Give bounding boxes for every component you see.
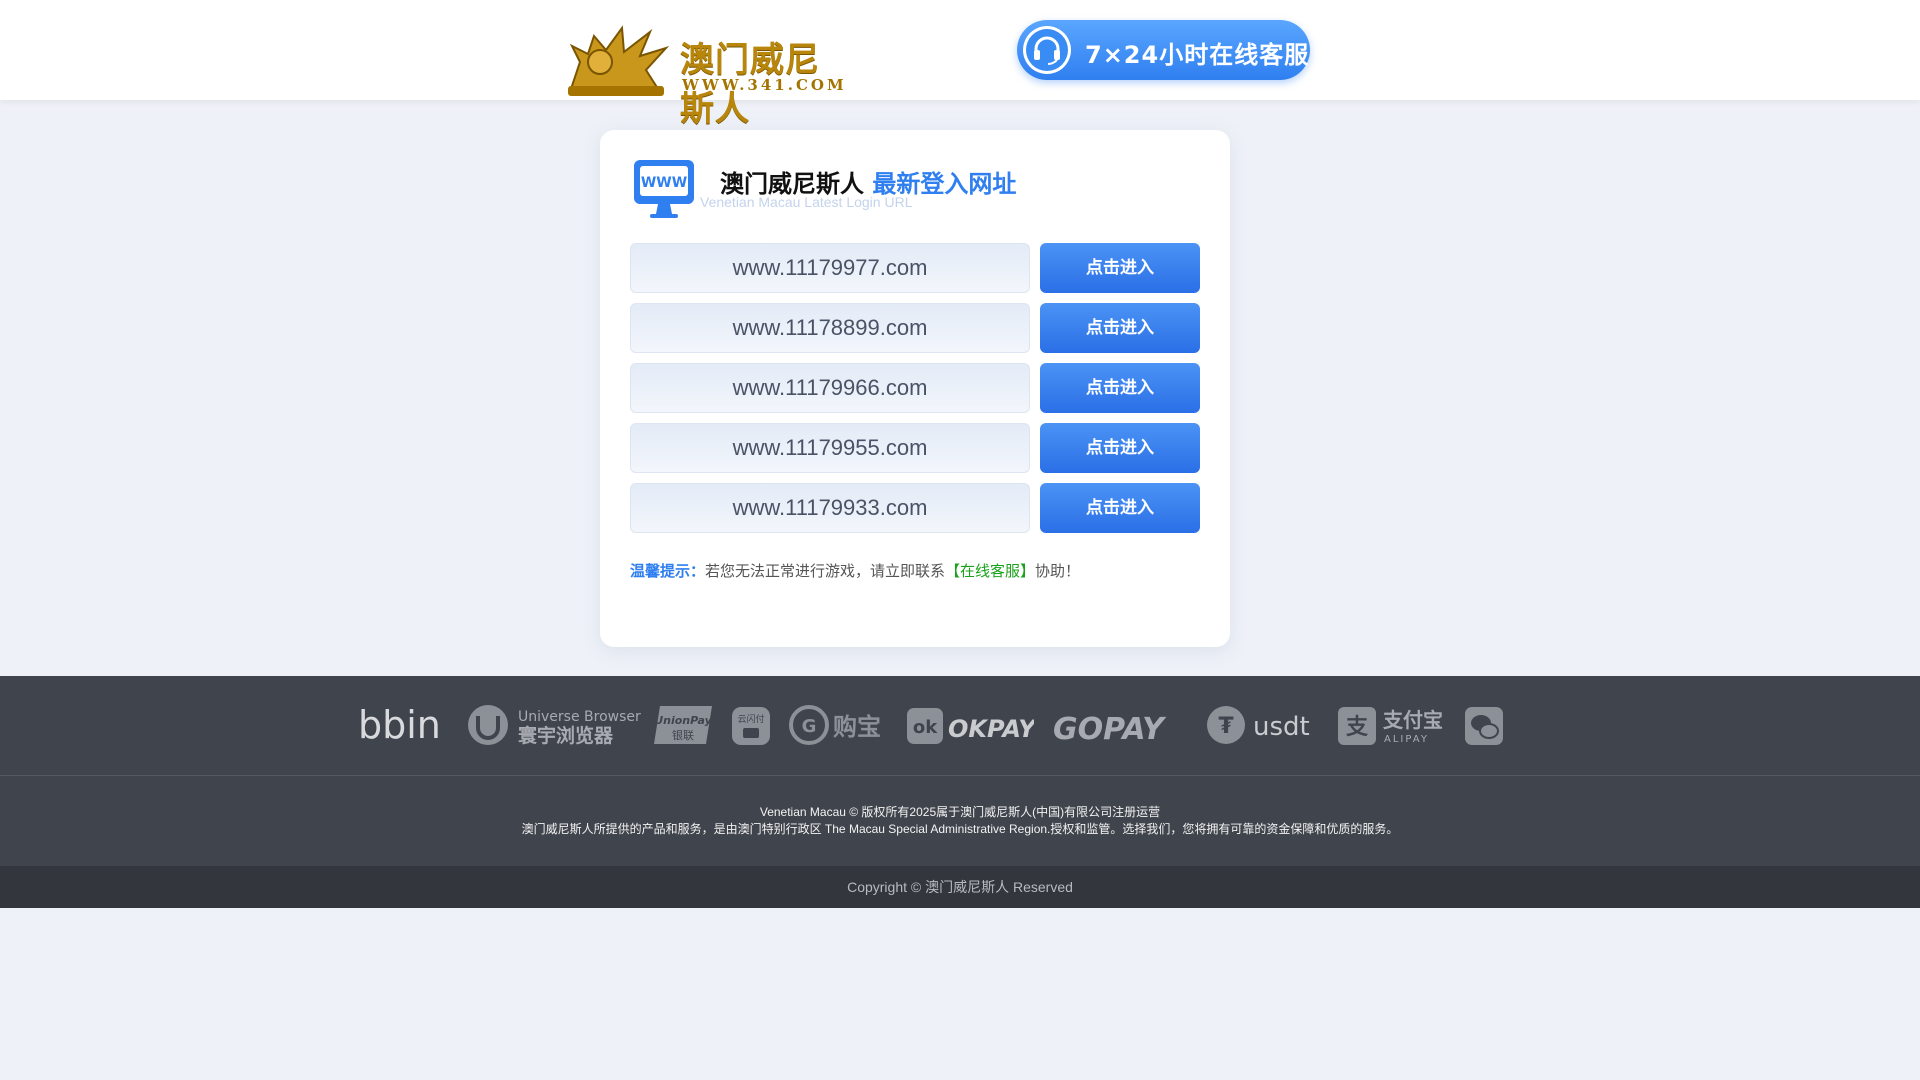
logo-url: WWW.341.COM bbox=[682, 76, 847, 94]
goubao-logo: G 购宝 bbox=[789, 704, 889, 746]
universe-en-text: Universe Browser bbox=[518, 709, 641, 725]
usdt-logo: ₮ usdt bbox=[1207, 704, 1317, 746]
url-row: www.11179955.com 点击进入 bbox=[630, 423, 1202, 473]
login-url-card: WWW 澳门威尼斯人 最新登入网址 Venetian Macau Latest … bbox=[600, 130, 1230, 647]
url-row: www.11179966.com 点击进入 bbox=[630, 363, 1202, 413]
gopay-logo: GOPAY bbox=[1053, 704, 1193, 747]
url-field[interactable]: www.11178899.com bbox=[630, 303, 1030, 353]
goubao-text: 购宝 bbox=[833, 713, 881, 741]
unionpay-cn-text: 银联 bbox=[672, 728, 694, 742]
card-subtitle: Venetian Macau Latest Login URL bbox=[700, 194, 913, 210]
unionpay-logo: UnionPay 银联 bbox=[652, 704, 714, 746]
svg-text:支: 支 bbox=[1346, 715, 1369, 740]
cloudpay-text: 云闪付 bbox=[737, 714, 764, 725]
okpay-text: OKPAY bbox=[948, 715, 1034, 743]
tip-text: 若您无法正常进行游戏，请立即联系 bbox=[705, 562, 946, 580]
universe-cn-text: 寰宇浏览器 bbox=[518, 724, 614, 746]
svg-text:WWW: WWW bbox=[641, 175, 687, 191]
gopay-text: GOPAY bbox=[1053, 712, 1167, 746]
footer-info: Venetian Macau © 版权所有2025属于澳门威尼斯人(中国)有限公… bbox=[0, 776, 1920, 866]
tip-label: 温馨提示： bbox=[630, 562, 706, 580]
universe-browser-logo: Universe Browser 寰宇浏览器 bbox=[466, 704, 642, 747]
svg-text:ok: ok bbox=[913, 717, 938, 738]
winged-lion-icon bbox=[568, 25, 670, 96]
url-row: www.11178899.com 点击进入 bbox=[630, 303, 1202, 353]
enter-button[interactable]: 点击进入 bbox=[1040, 363, 1200, 413]
bbin-logo: bbin bbox=[358, 703, 450, 747]
url-row: www.11179977.com 点击进入 bbox=[630, 243, 1202, 293]
okpay-logo: ok OKPAY bbox=[906, 704, 1038, 746]
url-field[interactable]: www.11179955.com bbox=[630, 423, 1030, 473]
bbin-text: bbin bbox=[358, 704, 441, 746]
enter-button[interactable]: 点击进入 bbox=[1040, 423, 1200, 473]
url-row: www.11179933.com 点击进入 bbox=[630, 483, 1202, 533]
usdt-text: usdt bbox=[1253, 712, 1310, 742]
wechat-logo bbox=[1465, 704, 1503, 746]
enter-button[interactable]: 点击进入 bbox=[1040, 483, 1200, 533]
svg-text:G: G bbox=[802, 716, 817, 737]
url-field[interactable]: www.11179933.com bbox=[630, 483, 1030, 533]
site-logo[interactable]: 澳门威尼斯人 WWW.341.COM bbox=[560, 22, 850, 129]
url-field[interactable]: www.11179977.com bbox=[630, 243, 1030, 293]
footer-line-1: Venetian Macau © 版权所有2025属于澳门威尼斯人(中国)有限公… bbox=[759, 805, 1161, 819]
svg-text:₮: ₮ bbox=[1218, 714, 1234, 739]
warm-tip: 温馨提示：若您无法正常进行游戏，请立即联系【在线客服】协助！ bbox=[630, 560, 1080, 581]
headset-icon bbox=[1023, 26, 1071, 74]
cloudpay-logo: 云闪付 bbox=[731, 704, 771, 746]
copyright: Copyright © 澳门威尼斯人 Reserved bbox=[0, 866, 1920, 908]
online-service-label: 7×24小时在线客服 bbox=[1085, 41, 1310, 69]
online-service-button[interactable]: 7×24小时在线客服 bbox=[1017, 20, 1310, 80]
alipay-cn-text: 支付宝 bbox=[1383, 708, 1443, 732]
header: 澳门威尼斯人 WWW.341.COM 7×24小时在线客服 bbox=[0, 0, 1920, 129]
online-service-link[interactable]: 【在线客服】 bbox=[945, 562, 1035, 580]
enter-button[interactable]: 点击进入 bbox=[1040, 303, 1200, 353]
footer-line-2: 澳门威尼斯人所提供的产品和服务，是由澳门特别行政区 The Macau Spec… bbox=[521, 822, 1399, 836]
enter-button[interactable]: 点击进入 bbox=[1040, 243, 1200, 293]
unionpay-text: UnionPay bbox=[654, 714, 712, 727]
partner-logos-bar: bbin Universe Browser 寰宇浏览器 UnionPay 银联 … bbox=[0, 676, 1920, 776]
www-monitor-icon: WWW bbox=[632, 158, 696, 220]
alipay-en-text: ALIPAY bbox=[1384, 734, 1429, 745]
url-field[interactable]: www.11179966.com bbox=[630, 363, 1030, 413]
alipay-logo: 支 支付宝 ALIPAY bbox=[1337, 704, 1449, 746]
tip-end: 协助！ bbox=[1035, 562, 1081, 580]
